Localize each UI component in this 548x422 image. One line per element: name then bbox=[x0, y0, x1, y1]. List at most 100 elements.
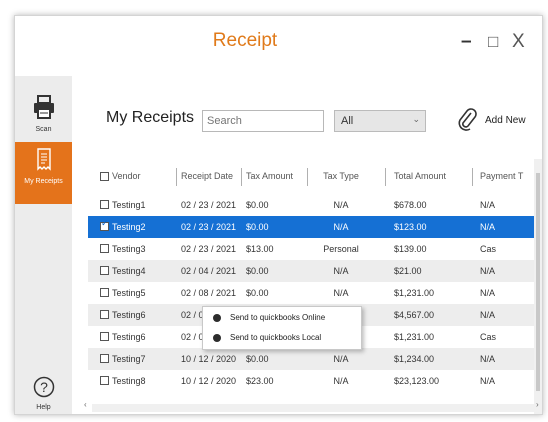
cell-total: $678.00 bbox=[394, 200, 427, 210]
cell-tax: $0.00 bbox=[246, 266, 269, 276]
cell-type: N/A bbox=[333, 288, 349, 298]
row-checkbox[interactable] bbox=[100, 218, 109, 231]
filter-dropdown[interactable]: All ⌄ bbox=[334, 110, 426, 132]
close-button[interactable]: X bbox=[512, 30, 525, 54]
cell-pay: N/A bbox=[480, 376, 496, 386]
cell-pay: N/A bbox=[480, 200, 496, 210]
scroll-right-icon[interactable]: › bbox=[536, 400, 539, 409]
row-checkbox[interactable] bbox=[100, 354, 109, 363]
cell-total: $1,234.00 bbox=[394, 354, 435, 364]
help-icon: ? bbox=[33, 376, 54, 398]
cell-type: N/A bbox=[333, 266, 349, 276]
row-checkbox[interactable] bbox=[100, 288, 109, 297]
table-row[interactable]: Testing8 10 / 12 / 2020 $23.00 N/A $23,123.0… bbox=[88, 370, 540, 392]
maximize-button[interactable]: □ bbox=[488, 30, 498, 54]
row-checkbox[interactable] bbox=[100, 244, 109, 253]
cell-date: 02 / 23 / 2021 bbox=[181, 200, 237, 210]
search-input[interactable] bbox=[202, 110, 324, 132]
column-header[interactable]: Tax Amount bbox=[246, 159, 306, 194]
cell-vendor: Testing4 bbox=[112, 266, 146, 276]
column-header[interactable]: Vendor bbox=[112, 159, 172, 194]
main-content: My Receipts All ⌄ Add New Vendor Receipt… bbox=[72, 76, 542, 414]
row-checkbox[interactable] bbox=[100, 376, 109, 385]
chevron-down-icon: ⌄ bbox=[412, 114, 420, 124]
cell-pay: N/A bbox=[480, 310, 496, 320]
cell-tax: $23.00 bbox=[246, 376, 274, 386]
cell-date: 02 / 08 / 2021 bbox=[181, 288, 237, 298]
cell-type: N/A bbox=[333, 222, 349, 232]
cell-vendor: Testing7 bbox=[112, 354, 146, 364]
cell-date: 10 / 12 / 2020 bbox=[181, 376, 237, 386]
window-title: Receipt bbox=[212, 30, 278, 51]
cell-vendor: Testing8 bbox=[112, 376, 146, 386]
cell-pay: Cas bbox=[480, 332, 497, 342]
column-separator[interactable] bbox=[241, 168, 242, 186]
cell-pay: N/A bbox=[480, 222, 496, 232]
table-row[interactable]: Testing2 02 / 23 / 2021 $0.00 N/A $123.00 N/A bbox=[88, 216, 540, 238]
horizontal-scrollbar[interactable]: ‹ › bbox=[84, 400, 539, 412]
scroll-left-icon[interactable]: ‹ bbox=[84, 400, 87, 409]
cell-pay: N/A bbox=[480, 354, 496, 364]
cell-type: Personal bbox=[323, 244, 359, 254]
row-checkbox[interactable] bbox=[100, 332, 109, 341]
cell-vendor: Testing5 bbox=[112, 288, 146, 298]
cell-pay: N/A bbox=[480, 266, 496, 276]
table-row[interactable]: Testing3 02 / 23 / 2021 $13.00 Personal $139… bbox=[88, 238, 540, 260]
vertical-scrollbar[interactable] bbox=[534, 159, 542, 414]
sidebar-item-label: Help bbox=[36, 404, 51, 411]
menu-item-send-online[interactable]: Send to quickbooks Online bbox=[203, 308, 361, 328]
page-title: My Receipts bbox=[106, 109, 195, 126]
row-checkbox[interactable] bbox=[100, 200, 109, 209]
minimize-button[interactable]: – bbox=[461, 30, 472, 54]
column-header[interactable]: Total Amount bbox=[394, 159, 454, 194]
receipt-icon bbox=[36, 148, 51, 171]
table-row[interactable]: Testing7 10 / 12 / 2020 $0.00 N/A $1,234.00 N… bbox=[88, 348, 540, 370]
cell-date: 02 / 23 / 2021 bbox=[181, 244, 237, 254]
cell-date: 02 / 23 / 2021 bbox=[181, 222, 237, 232]
cell-total: $21.00 bbox=[394, 266, 422, 276]
cell-total: $23,123.00 bbox=[394, 376, 440, 386]
svg-text:?: ? bbox=[40, 379, 48, 395]
column-header[interactable]: Tax Type bbox=[313, 159, 369, 194]
column-separator[interactable] bbox=[385, 168, 386, 186]
sidebar-item-my-receipts[interactable]: My Receipts bbox=[15, 142, 72, 204]
cell-total: $139.00 bbox=[394, 244, 427, 254]
table-row[interactable]: Testing1 02 / 23 / 2021 $0.00 N/A $678.00 N/A bbox=[88, 194, 540, 216]
title-bar: Receipt – □ X bbox=[15, 16, 542, 76]
add-new-label: Add New bbox=[485, 115, 526, 126]
column-separator[interactable] bbox=[176, 168, 177, 186]
menu-item-send-local[interactable]: Send to quickbooks Local bbox=[203, 328, 361, 348]
table-row[interactable]: Testing4 02 / 04 / 2021 $0.00 N/A $21.00 N/A bbox=[88, 260, 540, 282]
menu-item-label: Send to quickbooks Local bbox=[230, 333, 322, 342]
cell-type: N/A bbox=[333, 376, 349, 386]
cell-vendor: Testing1 bbox=[112, 200, 146, 210]
column-header[interactable]: Receipt Date bbox=[181, 159, 241, 194]
sidebar-item-label: Scan bbox=[35, 126, 52, 133]
column-separator[interactable] bbox=[472, 168, 473, 186]
cell-total: $123.00 bbox=[394, 222, 427, 232]
cell-vendor: Testing3 bbox=[112, 244, 146, 254]
scrollbar-thumb[interactable] bbox=[536, 173, 540, 391]
cell-type: N/A bbox=[333, 354, 349, 364]
quickbooks-icon bbox=[213, 314, 221, 322]
cell-total: $4,567.00 bbox=[394, 310, 435, 320]
table-row[interactable]: Testing5 02 / 08 / 2021 $0.00 N/A $1,231.00 N… bbox=[88, 282, 540, 304]
cell-tax: $13.00 bbox=[246, 244, 274, 254]
sidebar-item-scan[interactable]: Scan bbox=[15, 80, 72, 142]
row-checkbox[interactable] bbox=[100, 310, 109, 319]
column-header[interactable]: Payment T bbox=[480, 159, 540, 194]
receipt-window: Receipt – □ X Scan My Receipts ? Help My… bbox=[14, 15, 543, 415]
receipts-table: Vendor Receipt Date Tax Amount Tax Type … bbox=[88, 159, 540, 402]
menu-item-label: Send to quickbooks Online bbox=[230, 313, 326, 322]
cell-vendor: Testing6 bbox=[112, 310, 146, 320]
select-all-checkbox[interactable] bbox=[100, 172, 109, 181]
row-checkbox[interactable] bbox=[100, 266, 109, 275]
column-separator[interactable] bbox=[307, 168, 308, 186]
cell-total: $1,231.00 bbox=[394, 288, 435, 298]
cell-date: 10 / 12 / 2020 bbox=[181, 354, 237, 364]
cell-type: N/A bbox=[333, 200, 349, 210]
cell-vendor: Testing2 bbox=[112, 222, 146, 232]
context-menu: Send to quickbooks Online Send to quickb… bbox=[202, 306, 362, 350]
cell-tax: $0.00 bbox=[246, 200, 269, 210]
sidebar-item-help[interactable]: ? Help bbox=[15, 376, 72, 414]
